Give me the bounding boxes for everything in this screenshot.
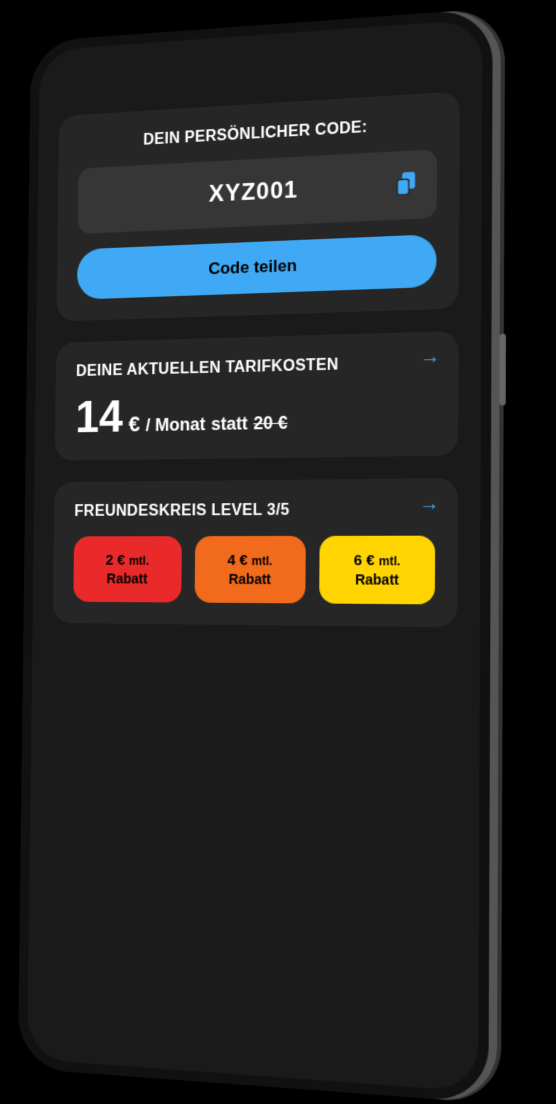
app-screen: DEIN PERSÖNLICHER CODE: XYZ001 Code teil…	[27, 19, 482, 1092]
level-suffix: mtl.	[379, 554, 401, 568]
level-suffix: mtl.	[129, 554, 149, 568]
price-line: 14 € / Monat statt 20 €	[75, 387, 436, 440]
level-tile-3: 6 € mtl. Rabatt	[320, 536, 436, 605]
share-code-button[interactable]: Code teilen	[77, 234, 437, 299]
tariff-card-title: DEINE AKTUELLEN TARIFKOSTEN	[76, 354, 436, 381]
price-currency: €	[128, 412, 140, 438]
arrow-right-icon: →	[420, 346, 440, 370]
code-card-title: DEIN PERSÖNLICHER CODE:	[79, 115, 438, 153]
code-display-box: XYZ001	[78, 149, 437, 234]
tariff-cost-card[interactable]: → DEINE AKTUELLEN TARIFKOSTEN 14 € / Mon…	[55, 331, 459, 461]
copy-icon[interactable]	[397, 171, 419, 198]
price-amount: 14	[75, 393, 123, 439]
level-amount: 2 €	[105, 552, 125, 569]
level-tile-2: 4 € mtl. Rabatt	[194, 536, 306, 604]
level-amount: 6 €	[354, 552, 375, 569]
level-card-title: FREUNDESKREIS LEVEL 3/5	[74, 501, 435, 521]
phone-frame: DEIN PERSÖNLICHER CODE: XYZ001 Code teil…	[18, 8, 493, 1103]
level-suffix: mtl.	[252, 554, 273, 568]
price-old: 20 €	[253, 413, 287, 435]
level-amount: 4 €	[227, 552, 247, 569]
price-instead: statt	[211, 414, 248, 435]
personal-code-card: DEIN PERSÖNLICHER CODE: XYZ001 Code teil…	[56, 91, 459, 321]
level-tile-1: 2 € mtl. Rabatt	[73, 536, 181, 602]
level-label: Rabatt	[202, 571, 298, 587]
price-per: / Monat	[145, 414, 205, 436]
referral-code: XYZ001	[208, 177, 298, 208]
level-label: Rabatt	[328, 571, 427, 588]
phone-side-button	[499, 334, 505, 406]
level-label: Rabatt	[81, 571, 174, 587]
friends-level-card[interactable]: → FREUNDESKREIS LEVEL 3/5 2 € mtl. Rabat…	[53, 478, 458, 627]
arrow-right-icon: →	[419, 493, 439, 517]
level-tiles: 2 € mtl. Rabatt 4 € mtl. Rabatt 6 € mtl.	[73, 536, 435, 605]
